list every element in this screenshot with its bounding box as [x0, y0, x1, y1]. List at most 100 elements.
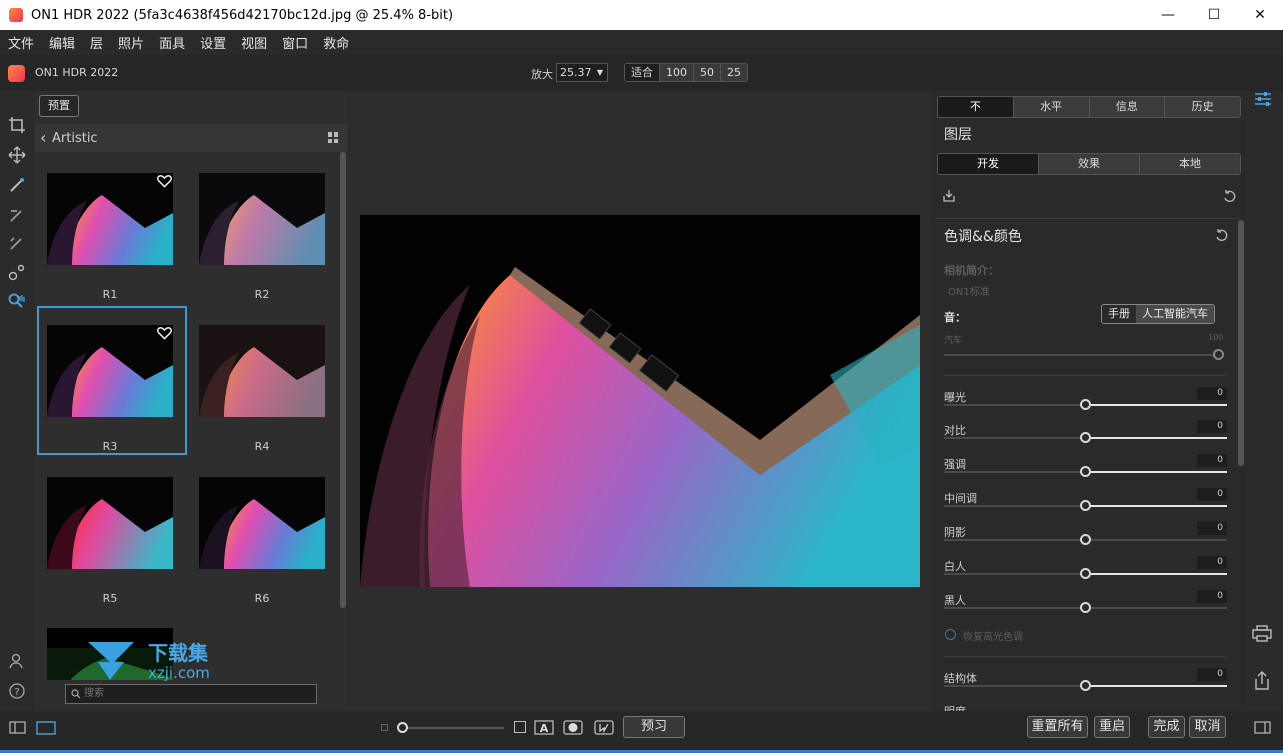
preset-thumbnail-r3[interactable]	[47, 325, 173, 417]
move-icon[interactable]	[8, 146, 26, 164]
menu-photo[interactable]: 照片	[118, 33, 144, 52]
brush-icon[interactable]	[8, 176, 26, 194]
slider-value[interactable]: 0	[1197, 590, 1227, 603]
slider-midtones[interactable]: 中间调 0	[944, 488, 1227, 520]
masking-brush-icon[interactable]	[8, 206, 26, 224]
compare-view-icon[interactable]	[594, 720, 614, 735]
zoom-fit-button[interactable]: 适合	[625, 64, 660, 81]
slider-knob[interactable]	[1080, 680, 1091, 691]
section-reset-icon[interactable]	[1215, 229, 1228, 242]
small-thumb-icon[interactable]	[381, 724, 388, 731]
slider-knob[interactable]	[1080, 432, 1091, 443]
slider-knob[interactable]	[1080, 602, 1091, 613]
slider-knob[interactable]	[1080, 399, 1091, 410]
main-photo[interactable]	[360, 215, 920, 587]
help-icon[interactable]: ?	[8, 682, 26, 700]
recover-highlights-radio[interactable]	[945, 629, 956, 640]
slider-knob[interactable]	[1080, 534, 1091, 545]
menu-layer[interactable]: 层	[90, 33, 103, 52]
grid-view-icon[interactable]	[328, 132, 339, 143]
zoom-25-button[interactable]: 25	[721, 64, 747, 81]
slider-whites[interactable]: 白人 0	[944, 556, 1227, 588]
tone-ai-auto-button[interactable]: 人工智能汽车	[1136, 305, 1214, 323]
preset-thumbnail-r1[interactable]	[47, 173, 173, 265]
auto-amount-track[interactable]	[944, 354, 1220, 356]
watermark-domain: xzji.com	[148, 664, 210, 682]
slider-knob[interactable]	[1080, 466, 1091, 477]
crop-icon[interactable]	[8, 116, 26, 134]
menu-settings[interactable]: 设置	[200, 33, 226, 52]
slider-contrast[interactable]: 对比 0	[944, 420, 1227, 452]
slider-value[interactable]: 0	[1197, 454, 1227, 467]
close-button[interactable]: ✕	[1237, 0, 1283, 30]
preview-button[interactable]: 预习	[623, 716, 685, 738]
tab-level[interactable]: 水平	[1013, 97, 1090, 117]
presets-scrollbar[interactable]	[340, 152, 346, 608]
slider-value[interactable]: 0	[1197, 488, 1227, 501]
share-export-icon[interactable]	[1253, 671, 1271, 691]
preset-thumbnail-r6[interactable]	[199, 477, 325, 569]
slider-value[interactable]: 0	[1197, 387, 1227, 400]
preset-category-bar[interactable]: ‹ Artistic	[35, 124, 347, 152]
preset-thumbnail-r2[interactable]	[199, 173, 325, 265]
slider-structure[interactable]: 结构体 0	[944, 668, 1227, 700]
tab-effects[interactable]: 效果	[1039, 154, 1140, 174]
user-icon[interactable]	[8, 652, 26, 670]
slider-knob[interactable]	[1080, 568, 1091, 579]
menu-edit[interactable]: 编辑	[49, 33, 75, 52]
slider-highlights[interactable]: 强调 0	[944, 454, 1227, 486]
toggle-right-panel-icon[interactable]	[1254, 721, 1271, 734]
slider-knob[interactable]	[1080, 500, 1091, 511]
text-overlay-icon[interactable]: A	[534, 720, 554, 735]
maximize-button[interactable]: ☐	[1191, 0, 1237, 30]
minimize-button[interactable]: —	[1145, 0, 1191, 30]
zoom-100-button[interactable]: 100	[660, 64, 694, 81]
print-icon[interactable]	[1251, 624, 1273, 642]
single-view-icon[interactable]	[36, 721, 56, 735]
tab-local[interactable]: 本地	[1140, 154, 1240, 174]
tab-info[interactable]: 信息	[1089, 97, 1166, 117]
slider-exposure[interactable]: 曝光 0	[944, 387, 1227, 419]
heart-icon[interactable]	[157, 174, 172, 188]
zoom-slider-knob[interactable]	[397, 722, 408, 733]
large-thumb-icon[interactable]	[514, 721, 526, 733]
retouch-icon[interactable]	[8, 263, 26, 281]
cancel-button[interactable]: 取消	[1189, 716, 1226, 738]
refine-brush-icon[interactable]	[8, 234, 26, 252]
auto-amount-knob[interactable]	[1213, 349, 1224, 360]
import-icon[interactable]	[942, 189, 956, 203]
preset-thumbnail-r4[interactable]	[199, 325, 325, 417]
chevron-left-icon[interactable]: ‹	[40, 128, 46, 147]
slider-value[interactable]: 0	[1197, 668, 1227, 681]
restart-button[interactable]: 重启	[1094, 716, 1130, 738]
zoom-select[interactable]: 25.37 ▼	[556, 63, 608, 82]
zoom-slider-track[interactable]	[404, 727, 504, 729]
menu-window[interactable]: 窗口	[282, 33, 308, 52]
slider-blacks[interactable]: 黑人 0	[944, 590, 1227, 622]
menu-help[interactable]: 救命	[323, 33, 349, 52]
tab-none[interactable]: 不	[938, 97, 1014, 117]
preset-thumbnail-r5[interactable]	[47, 477, 173, 569]
done-button[interactable]: 完成	[1148, 716, 1185, 738]
preset-search-input[interactable]: 搜索	[65, 684, 317, 704]
right-panel-scrollbar[interactable]	[1238, 220, 1244, 466]
presets-button[interactable]: 预置	[39, 95, 79, 117]
menu-file[interactable]: 文件	[8, 33, 34, 52]
heart-icon[interactable]	[157, 326, 172, 340]
slider-value[interactable]: 0	[1197, 420, 1227, 433]
slider-shadows[interactable]: 阴影 0	[944, 522, 1227, 554]
tab-develop[interactable]: 开发	[938, 154, 1039, 174]
reset-icon[interactable]	[1223, 190, 1236, 203]
slider-value[interactable]: 0	[1197, 522, 1227, 535]
adjustments-icon[interactable]	[1253, 91, 1273, 107]
tab-history[interactable]: 历史	[1165, 97, 1240, 117]
slider-value[interactable]: 0	[1197, 556, 1227, 569]
zoom-50-button[interactable]: 50	[694, 64, 721, 81]
toggle-left-panel-icon[interactable]	[9, 721, 26, 734]
reset-all-button[interactable]: 重置所有	[1027, 716, 1088, 738]
mask-view-icon[interactable]	[563, 720, 583, 735]
menu-view[interactable]: 视图	[241, 33, 267, 52]
tone-manual-button[interactable]: 手册	[1102, 305, 1136, 323]
menu-mask[interactable]: 面具	[159, 33, 185, 52]
view-hand-icon[interactable]	[8, 292, 26, 310]
